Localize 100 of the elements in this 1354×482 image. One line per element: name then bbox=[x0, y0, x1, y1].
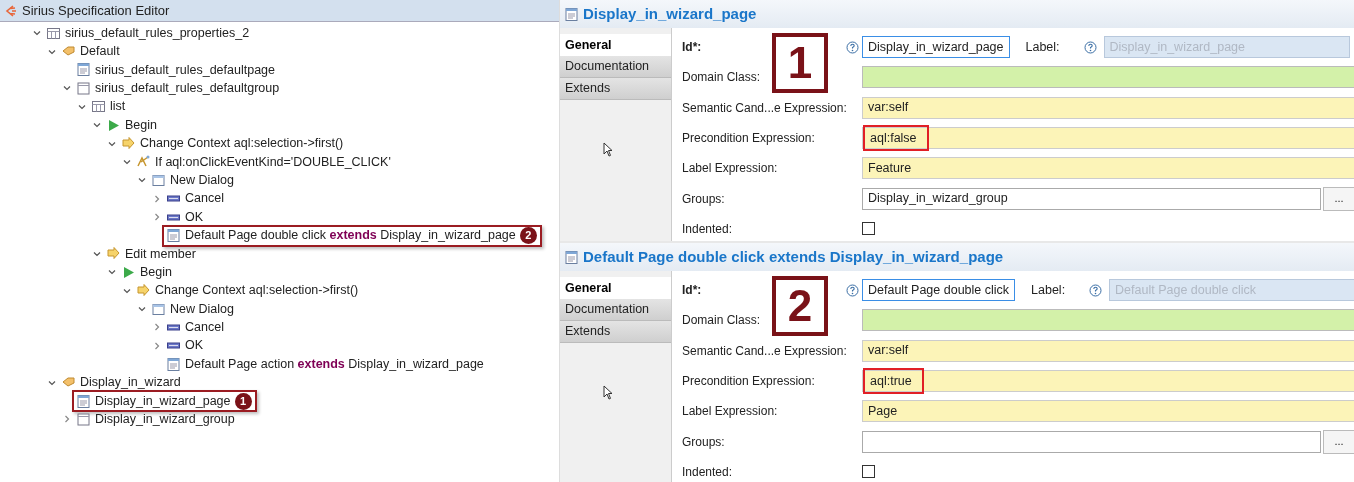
help-icon[interactable] bbox=[846, 283, 859, 297]
field-label: Label Expression: bbox=[681, 160, 779, 178]
tree-item[interactable]: Display_in_wizard_page bbox=[95, 391, 231, 411]
tree-item[interactable]: Begin bbox=[140, 262, 172, 282]
field-label: Id*: bbox=[681, 282, 703, 300]
tree-item[interactable]: Edit member bbox=[125, 244, 196, 264]
tree-item[interactable]: sirius_default_rules_defaultgroup bbox=[95, 79, 280, 98]
field-label: Indented: bbox=[681, 463, 734, 481]
tree-item[interactable]: Default Page double click extends Display_in_wizard_page bbox=[185, 226, 516, 245]
expression-field[interactable]: aql:false bbox=[862, 127, 1354, 150]
begin-icon bbox=[121, 264, 136, 280]
field-label: Groups: bbox=[681, 433, 726, 451]
tree-item[interactable]: Change Context aql:selection->first() bbox=[140, 134, 344, 153]
tree-item[interactable]: OK bbox=[185, 207, 204, 227]
checkbox[interactable] bbox=[862, 465, 875, 479]
tree-item[interactable]: New Dialog bbox=[170, 299, 234, 319]
highlighted-expression: aql:false bbox=[863, 125, 929, 152]
dialog-icon bbox=[151, 301, 166, 317]
page-icon bbox=[564, 249, 579, 265]
help-icon[interactable] bbox=[846, 40, 859, 54]
chevron-right-icon[interactable] bbox=[62, 414, 72, 425]
field-label: Label: bbox=[1031, 281, 1067, 299]
page-icon bbox=[166, 228, 181, 243]
page-icon bbox=[564, 6, 579, 22]
field-label: Domain Class: bbox=[681, 312, 762, 330]
expression-value: var:self bbox=[868, 99, 909, 117]
context-icon bbox=[106, 246, 121, 262]
help-icon[interactable] bbox=[1083, 40, 1097, 54]
expression-value: Page bbox=[868, 402, 898, 420]
tree-item[interactable]: Display_in_wizard_group bbox=[95, 410, 235, 429]
field-label: Semantic Cand...e Expression: bbox=[681, 99, 844, 117]
id-field[interactable]: Default Page double click bbox=[862, 279, 1016, 302]
tab[interactable]: Extends bbox=[560, 78, 671, 100]
expression-field[interactable]: var:self bbox=[862, 339, 1354, 362]
number-marker: 2 bbox=[772, 276, 828, 336]
highlighted-expression: aql:true bbox=[863, 368, 924, 395]
page-icon bbox=[166, 356, 181, 372]
tree-item[interactable]: If aql:onClickEventKind='DOUBLE_CLICK' bbox=[155, 152, 391, 172]
panel-title: Display_in_wizard_page bbox=[583, 3, 757, 24]
chevron-right-icon[interactable] bbox=[152, 322, 162, 333]
begin-icon bbox=[106, 117, 121, 133]
field-label: Label Expression: bbox=[681, 403, 779, 421]
mouse-pointer-icon bbox=[603, 385, 613, 400]
groups-field[interactable]: Display_in_wizard_group bbox=[862, 187, 1322, 210]
field-label: Indented: bbox=[681, 220, 734, 238]
tab[interactable]: Extends bbox=[560, 321, 671, 343]
tree-item[interactable]: Display_in_wizard bbox=[80, 373, 181, 392]
panel-title: Default Page double click extends Display_in_wizard_page bbox=[583, 246, 1004, 267]
tree-item[interactable]: Cancel bbox=[185, 189, 224, 209]
tab[interactable]: General bbox=[560, 277, 671, 299]
field-label: Domain Class: bbox=[681, 69, 762, 87]
browse-button[interactable]: ... bbox=[1323, 186, 1354, 211]
groups-field[interactable] bbox=[862, 430, 1322, 453]
tree-item[interactable]: sirius_default_rules_defaultpage bbox=[95, 60, 275, 80]
expression-field[interactable]: Feature bbox=[862, 157, 1354, 180]
browse-button[interactable]: ... bbox=[1323, 429, 1354, 454]
number-marker: 1 bbox=[772, 33, 828, 93]
group-icon bbox=[76, 80, 91, 96]
tree-item[interactable]: Default Page action extends Display_in_wizard_page bbox=[185, 354, 484, 374]
domain-class-field[interactable] bbox=[862, 66, 1354, 89]
expression-value: Feature bbox=[868, 159, 912, 177]
table-icon bbox=[46, 25, 61, 41]
tab[interactable]: General bbox=[560, 34, 671, 56]
tree-item[interactable]: Begin bbox=[125, 115, 157, 135]
field-label: Precondition Expression: bbox=[681, 130, 816, 148]
context-icon bbox=[136, 283, 151, 299]
chevron-right-icon[interactable] bbox=[152, 212, 162, 223]
number-badge: 2 bbox=[519, 227, 537, 244]
expression-value: var:self bbox=[868, 342, 909, 360]
table-icon bbox=[91, 99, 106, 115]
tree-item[interactable]: OK bbox=[185, 336, 204, 356]
tree-item[interactable]: New Dialog bbox=[170, 170, 234, 190]
chevron-right-icon[interactable] bbox=[152, 340, 162, 351]
id-field[interactable]: Display_in_wizard_page bbox=[862, 36, 1010, 59]
help-icon[interactable] bbox=[1089, 283, 1103, 297]
expression-field[interactable]: var:self bbox=[862, 96, 1354, 119]
mouse-pointer-icon bbox=[603, 142, 613, 157]
field-label: Groups: bbox=[681, 190, 726, 208]
expression-field[interactable]: Page bbox=[862, 400, 1354, 423]
expression-field[interactable]: aql:true bbox=[862, 370, 1354, 393]
field-label: Id*: bbox=[681, 39, 703, 57]
field-label: Label: bbox=[1025, 38, 1061, 56]
number-badge: 1 bbox=[234, 392, 252, 410]
tab[interactable]: Documentation bbox=[560, 56, 671, 78]
chevron-right-icon[interactable] bbox=[152, 193, 162, 204]
tree-item[interactable]: Change Context aql:selection->first() bbox=[155, 281, 359, 301]
tab[interactable]: Documentation bbox=[560, 299, 671, 321]
field-label: Semantic Cand...e Expression: bbox=[681, 342, 844, 360]
domain-class-field[interactable] bbox=[862, 309, 1354, 332]
logo-icon bbox=[4, 3, 18, 18]
dialog-icon bbox=[151, 172, 166, 188]
tree-item[interactable]: Default bbox=[80, 42, 120, 61]
tree-item[interactable]: list bbox=[110, 97, 126, 117]
tree-item[interactable]: Cancel bbox=[185, 318, 224, 337]
page-icon bbox=[76, 393, 91, 409]
tree-item[interactable]: sirius_default_rules_properties_2 bbox=[65, 23, 250, 43]
editor-title: Sirius Specification Editor bbox=[22, 1, 170, 20]
page-icon bbox=[76, 62, 91, 78]
context-icon bbox=[121, 136, 136, 152]
checkbox[interactable] bbox=[862, 222, 875, 236]
